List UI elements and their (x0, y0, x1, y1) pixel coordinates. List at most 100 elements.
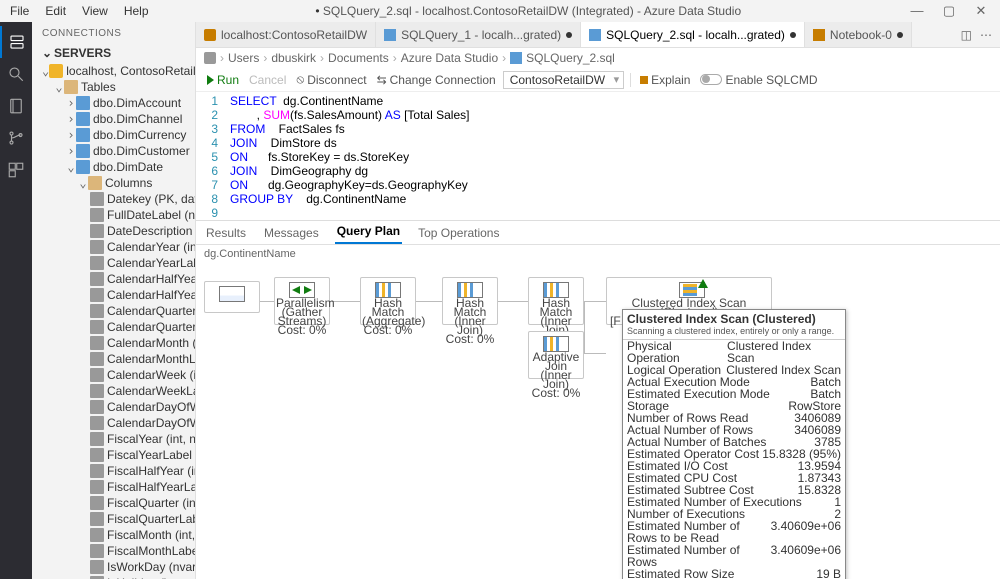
tree-column[interactable]: FiscalYear (int, not null) (32, 431, 195, 447)
tree-column[interactable]: CalendarWeekLabel (nvar... (32, 383, 195, 399)
tab-notebook[interactable]: Notebook-0 (805, 22, 912, 47)
column-icon (90, 272, 104, 286)
column-icon (90, 288, 104, 302)
tree-column[interactable]: CalendarHalfYearLabel (nv... (32, 287, 195, 303)
column-icon (90, 512, 104, 526)
query-plan-canvas[interactable]: Parallelism (Gather Streams) Cost: 0% Ha… (196, 263, 1000, 579)
tree-column[interactable]: IsWorkDay (nvarchar(20), ... (32, 559, 195, 575)
tree-column[interactable]: CalendarDayOfWeek (int, ... (32, 399, 195, 415)
tab-sqlquery2[interactable]: SQLQuery_2.sql - localh...grated) (581, 22, 805, 47)
crumb[interactable]: SQLQuery_2.sql (526, 51, 615, 65)
crumb[interactable]: Documents (328, 51, 389, 65)
code-content[interactable]: SELECT dg.ContinentName , SUM(fs.SalesAm… (224, 92, 469, 220)
column-icon (90, 368, 104, 382)
activity-notebooks[interactable] (0, 90, 32, 122)
sql-file-icon (510, 52, 522, 64)
table-icon (76, 128, 90, 142)
menu-view[interactable]: View (76, 2, 114, 20)
tree-server[interactable]: ⌄localhost, ContosoRetailDW (Win... (32, 63, 195, 79)
column-icon (90, 432, 104, 446)
code-editor[interactable]: 12345678910 SELECT dg.ContinentName , SU… (196, 92, 1000, 220)
tree-column[interactable]: FiscalHalfYear (int, not null) (32, 463, 195, 479)
tree-table[interactable]: ⌄dbo.DimDate (32, 159, 195, 175)
tab-dashboard[interactable]: localhost:ContosoRetailDW (196, 22, 376, 47)
window-controls: — ▢ ✕ (902, 3, 996, 19)
notebook-file-icon (813, 29, 825, 41)
enable-sqlcmd-toggle[interactable]: Enable SQLCMD (697, 71, 820, 89)
crumb[interactable]: Users (228, 51, 259, 65)
sql-file-icon (589, 29, 601, 41)
menu-file[interactable]: File (4, 2, 35, 20)
change-connection-button[interactable]: ⇆Change Connection (374, 71, 499, 89)
dirty-indicator: • (315, 4, 323, 18)
plan-hash-inner1[interactable]: Hash Match (Inner Join) Cost: 0% (442, 277, 498, 325)
plan-select[interactable] (204, 281, 260, 313)
tree-column[interactable]: CalendarWeek (int, not null) (32, 367, 195, 383)
plan-hash-aggregate[interactable]: Hash Match (Aggregate) Cost: 0% (360, 277, 416, 325)
result-tab-queryplan[interactable]: Query Plan (335, 220, 402, 244)
tree-folder-columns[interactable]: ⌄Columns (32, 175, 195, 191)
tree-column[interactable]: CalendarHalfYear (int, not... (32, 271, 195, 287)
split-editor-button[interactable]: ◫ (961, 28, 972, 42)
tree-column[interactable]: CalendarYearLabel (nvarch... (32, 255, 195, 271)
tree-column[interactable]: FiscalQuarter (int, not null) (32, 495, 195, 511)
result-tab-topops[interactable]: Top Operations (416, 222, 501, 244)
tab-sqlquery1[interactable]: SQLQuery_1 - localh...grated) (376, 22, 581, 47)
tooltip-subtitle: Scanning a clustered index, entirely or … (623, 326, 845, 340)
tree-column[interactable]: FiscalQuarterLabel (nvarch... (32, 511, 195, 527)
table-icon (76, 96, 90, 110)
plan-adaptive-join[interactable]: Adaptive Join (Inner Join) Cost: 0% (528, 331, 584, 379)
plan-parallelism[interactable]: Parallelism (Gather Streams) Cost: 0% (274, 277, 330, 325)
tree-table[interactable]: ›dbo.DimAccount (32, 95, 195, 111)
hashmatch-icon (457, 282, 483, 298)
tree-column[interactable]: FullDateLabel (nvarchar(2... (32, 207, 195, 223)
result-tab-messages[interactable]: Messages (262, 222, 321, 244)
column-icon (90, 384, 104, 398)
close-button[interactable]: ✕ (966, 3, 996, 19)
plan-hash-inner2[interactable]: Hash Match (Inner Join) Cost: 5% (528, 277, 584, 325)
breadcrumbs[interactable]: ›Users ›dbuskirk ›Documents ›Azure Data … (196, 48, 1000, 68)
disconnect-button[interactable]: ⦸Disconnect (293, 70, 369, 89)
activity-source-control[interactable] (0, 122, 32, 154)
activity-extensions[interactable] (0, 154, 32, 186)
run-button[interactable]: Run (204, 71, 242, 89)
maximize-button[interactable]: ▢ (934, 3, 964, 19)
tree-table[interactable]: ›dbo.DimCustomer (32, 143, 195, 159)
server-tree[interactable]: ⌄localhost, ContosoRetailDW (Win... ⌄Tab… (32, 63, 195, 579)
tree-folder-tables[interactable]: ⌄Tables (32, 79, 195, 95)
tree-column[interactable]: FiscalMonthLabel (nvarch... (32, 543, 195, 559)
tree-column[interactable]: FiscalMonth (int, not null) (32, 527, 195, 543)
tree-column[interactable]: FiscalYearLabel (nvarchar(... (32, 447, 195, 463)
column-icon (90, 480, 104, 494)
servers-section[interactable]: ⌄SERVERS (32, 43, 195, 63)
tree-column[interactable]: CalendarQuarterLabel (nva... (32, 319, 195, 335)
tree-column[interactable]: CalendarMonth (int, not n... (32, 335, 195, 351)
tab-actions: ◫ ⋯ (953, 22, 1000, 47)
tree-column[interactable]: CalendarYear (int, not null) (32, 239, 195, 255)
tree-column[interactable]: DateDescription (nvarchar... (32, 223, 195, 239)
tree-column[interactable]: IsHoliday (int, not null) (32, 575, 195, 579)
activity-servers[interactable] (0, 26, 32, 58)
tree-table[interactable]: ›dbo.DimCurrency (32, 127, 195, 143)
tree-column[interactable]: CalendarQuarter (int, not ... (32, 303, 195, 319)
toggle-icon (700, 74, 722, 85)
crumb[interactable]: dbuskirk (271, 51, 316, 65)
more-button[interactable]: ⋯ (980, 28, 992, 42)
database-select[interactable]: ContosoRetailDW (503, 71, 624, 89)
tree-column[interactable]: CalendarMonthLabel (nva... (32, 351, 195, 367)
tree-column[interactable]: CalendarDayOfWeekLabel ... (32, 415, 195, 431)
line-gutter: 12345678910 (196, 92, 224, 220)
tree-column[interactable]: FiscalHalfYearLabel (nvar... (32, 479, 195, 495)
menu-help[interactable]: Help (118, 2, 155, 20)
notebook-icon (7, 97, 25, 115)
activity-search[interactable] (0, 58, 32, 90)
column-icon (90, 256, 104, 270)
explain-button[interactable]: Explain (637, 71, 693, 89)
result-tab-results[interactable]: Results (204, 222, 248, 244)
menu-edit[interactable]: Edit (39, 2, 72, 20)
folder-icon (88, 176, 102, 190)
tree-table[interactable]: ›dbo.DimChannel (32, 111, 195, 127)
crumb[interactable]: Azure Data Studio (401, 51, 498, 65)
tree-column[interactable]: Datekey (PK, datetime, n... (32, 191, 195, 207)
minimize-button[interactable]: — (902, 3, 932, 19)
